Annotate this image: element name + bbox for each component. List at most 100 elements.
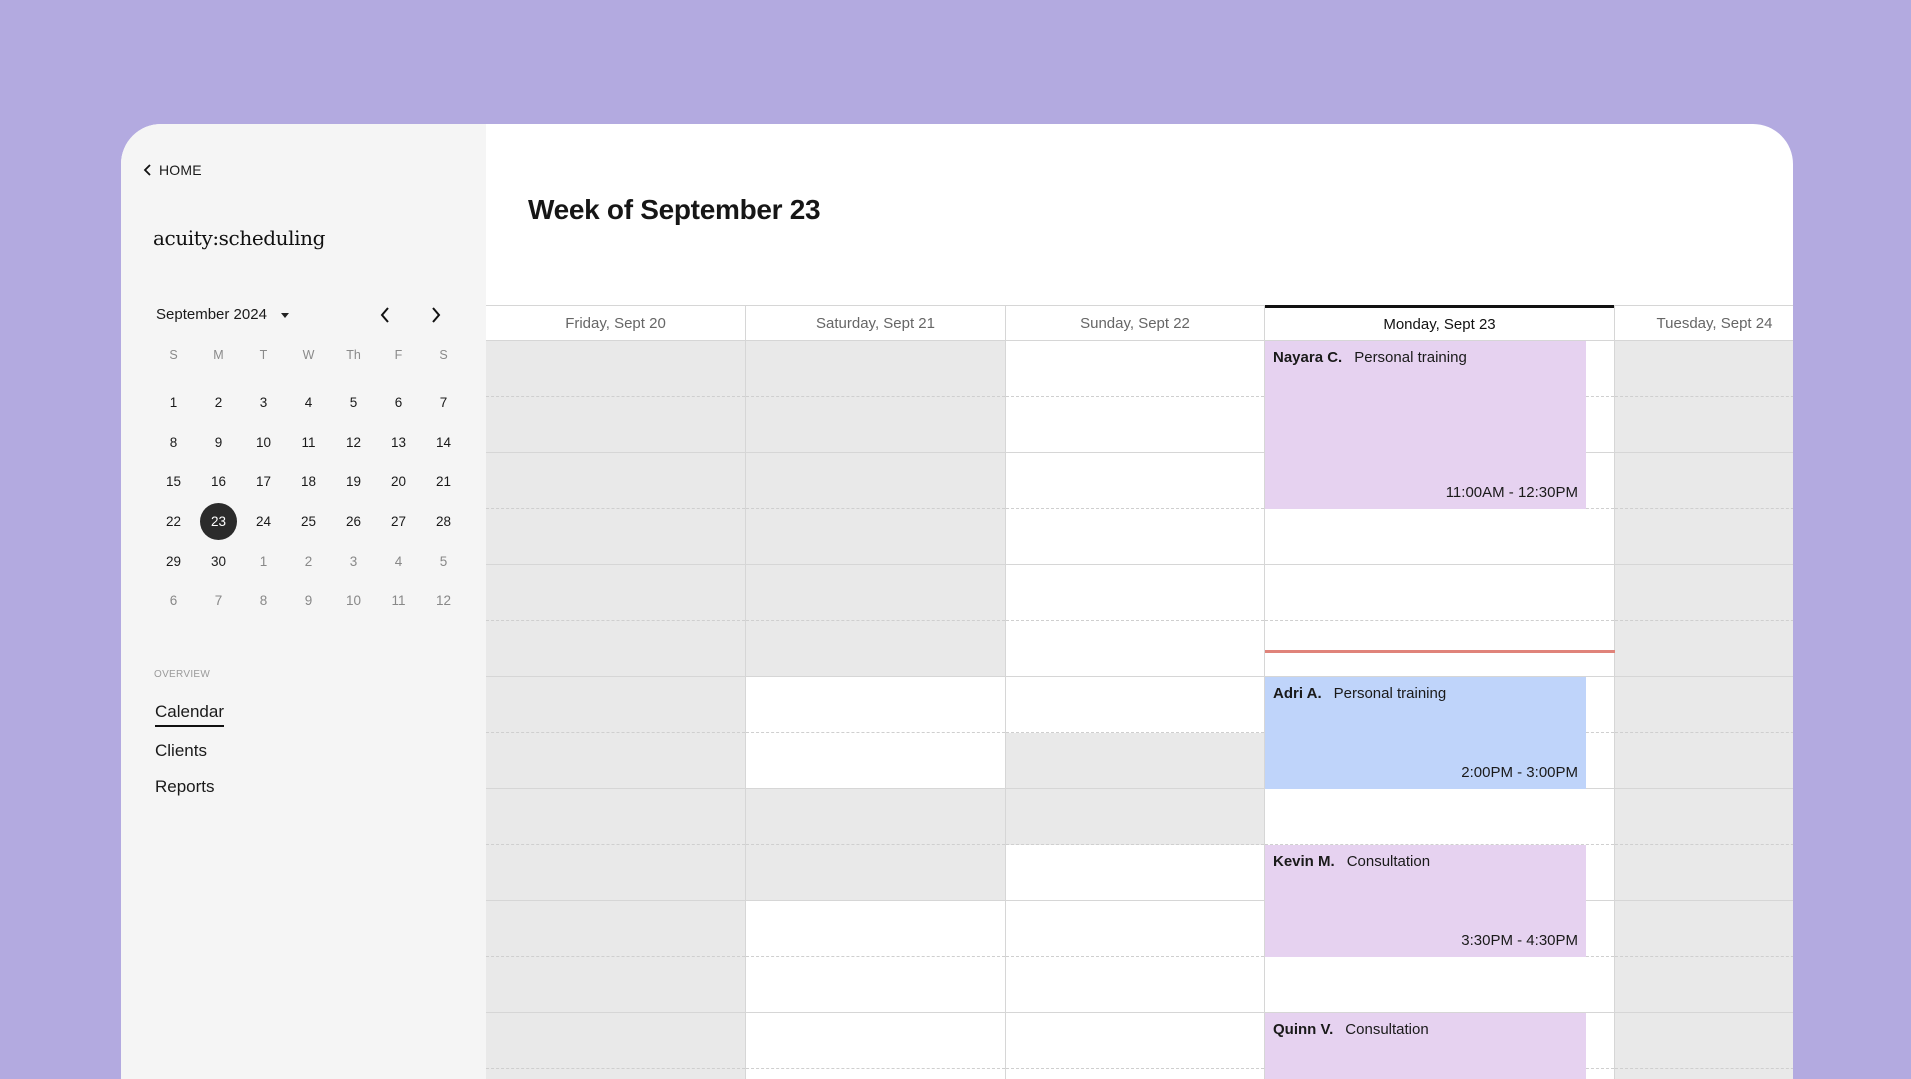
time-slot[interactable] (746, 565, 1005, 621)
mini-calendar-day[interactable]: 4 (286, 383, 331, 423)
time-slot[interactable] (1265, 789, 1614, 845)
prev-month-button[interactable] (371, 301, 399, 329)
mini-calendar-day[interactable]: 7 (196, 581, 241, 621)
time-slot[interactable] (1265, 621, 1614, 677)
mini-calendar-day[interactable]: 23 (196, 502, 241, 542)
home-link[interactable]: HOME (143, 162, 202, 178)
time-slot[interactable] (746, 621, 1005, 677)
time-slot[interactable] (1615, 341, 1793, 397)
mini-calendar-day[interactable]: 22 (151, 502, 196, 542)
time-slot[interactable] (1006, 621, 1264, 677)
mini-calendar-day[interactable]: 2 (196, 383, 241, 423)
mini-calendar-day[interactable]: 19 (331, 462, 376, 502)
nav-clients[interactable]: Clients (155, 741, 207, 761)
mini-calendar-day[interactable]: 1 (241, 541, 286, 581)
time-slot[interactable] (1006, 677, 1264, 733)
mini-calendar-day[interactable]: 20 (376, 462, 421, 502)
time-slot[interactable] (486, 733, 745, 789)
mini-calendar-day[interactable]: 27 (376, 502, 421, 542)
mini-calendar-day[interactable]: 7 (421, 383, 466, 423)
time-slot[interactable] (1265, 509, 1614, 565)
time-slot[interactable] (486, 1013, 745, 1069)
mini-calendar-day[interactable]: 12 (421, 581, 466, 621)
time-slot[interactable] (746, 341, 1005, 397)
appointment-event[interactable]: Quinn V.Consultation5:00PM - 5:45PM (1265, 1013, 1586, 1079)
mini-calendar-day[interactable]: 16 (196, 462, 241, 502)
time-slot[interactable] (746, 845, 1005, 901)
time-slot[interactable] (1006, 453, 1264, 509)
time-slot[interactable] (1615, 901, 1793, 957)
mini-calendar-day[interactable]: 3 (241, 383, 286, 423)
time-slot[interactable] (746, 397, 1005, 453)
time-slot[interactable] (1006, 1013, 1264, 1069)
mini-calendar-day[interactable]: 6 (151, 581, 196, 621)
mini-calendar-day[interactable]: 17 (241, 462, 286, 502)
mini-calendar-day[interactable]: 12 (331, 422, 376, 462)
time-slot[interactable] (746, 677, 1005, 733)
time-slot[interactable] (486, 789, 745, 845)
time-slot[interactable] (486, 397, 745, 453)
mini-calendar-day[interactable]: 10 (241, 422, 286, 462)
time-slot[interactable] (1615, 453, 1793, 509)
appointment-event[interactable]: Nayara C. Personal training 11:00AM - 12:3… (1265, 341, 1586, 509)
time-slot[interactable] (1006, 957, 1264, 1013)
time-slot[interactable] (1615, 733, 1793, 789)
mini-calendar-day[interactable]: 18 (286, 462, 331, 502)
time-slot[interactable] (1006, 565, 1264, 621)
time-slot[interactable] (486, 565, 745, 621)
day-column-header[interactable]: Tuesday, Sept 24 (1615, 305, 1793, 341)
mini-calendar-day[interactable]: 5 (421, 541, 466, 581)
time-slot[interactable] (1006, 901, 1264, 957)
day-column-header[interactable]: Sunday, Sept 22 (1006, 305, 1264, 341)
time-slot[interactable] (1615, 789, 1793, 845)
mini-calendar-day[interactable]: 11 (376, 581, 421, 621)
time-slot[interactable] (1006, 341, 1264, 397)
time-slot[interactable] (746, 509, 1005, 565)
time-slot[interactable] (486, 901, 745, 957)
mini-calendar-day[interactable]: 6 (376, 383, 421, 423)
time-slot[interactable] (746, 901, 1005, 957)
mini-calendar-day[interactable]: 28 (421, 502, 466, 542)
next-month-button[interactable] (422, 301, 450, 329)
mini-calendar-day[interactable]: 11 (286, 422, 331, 462)
mini-calendar-day[interactable]: 24 (241, 502, 286, 542)
time-slot[interactable] (1615, 957, 1793, 1013)
time-slot[interactable] (486, 621, 745, 677)
mini-calendar-day[interactable]: 21 (421, 462, 466, 502)
mini-calendar-day[interactable]: 15 (151, 462, 196, 502)
mini-calendar-day[interactable]: 10 (331, 581, 376, 621)
mini-calendar-day[interactable]: 29 (151, 541, 196, 581)
time-slot[interactable] (486, 957, 745, 1013)
month-selector[interactable]: September 2024 (156, 306, 289, 323)
time-slot[interactable] (1006, 845, 1264, 901)
mini-calendar-day[interactable]: 30 (196, 541, 241, 581)
appointment-event[interactable]: Adri A. Personal training 2:00PM - 3:00PM (1265, 677, 1586, 789)
time-slot[interactable] (1006, 1069, 1264, 1079)
time-slot[interactable] (1615, 509, 1793, 565)
mini-calendar-day[interactable]: 14 (421, 422, 466, 462)
nav-reports[interactable]: Reports (155, 777, 215, 797)
mini-calendar-day[interactable]: 25 (286, 502, 331, 542)
time-slot[interactable] (486, 1069, 745, 1079)
nav-calendar[interactable]: Calendar (155, 702, 224, 727)
mini-calendar-day[interactable]: 13 (376, 422, 421, 462)
time-slot[interactable] (486, 453, 745, 509)
appointment-event[interactable]: Kevin M. Consultation 3:30PM - 4:30PM (1265, 845, 1586, 957)
time-slot[interactable] (1615, 677, 1793, 733)
time-slot[interactable] (746, 1069, 1005, 1079)
mini-calendar-day[interactable]: 3 (331, 541, 376, 581)
time-slot[interactable] (1006, 509, 1264, 565)
day-column-header[interactable]: Monday, Sept 23 (1265, 305, 1614, 341)
time-slot[interactable] (1615, 845, 1793, 901)
mini-calendar-day[interactable]: 8 (151, 422, 196, 462)
time-slot[interactable] (1615, 1013, 1793, 1069)
time-slot[interactable] (486, 509, 745, 565)
time-slot[interactable] (746, 957, 1005, 1013)
mini-calendar-day[interactable]: 26 (331, 502, 376, 542)
time-slot[interactable] (1615, 1069, 1793, 1079)
time-slot[interactable] (746, 733, 1005, 789)
mini-calendar-day[interactable]: 1 (151, 383, 196, 423)
mini-calendar-day[interactable]: 9 (196, 422, 241, 462)
time-slot[interactable] (746, 453, 1005, 509)
time-slot[interactable] (1615, 565, 1793, 621)
